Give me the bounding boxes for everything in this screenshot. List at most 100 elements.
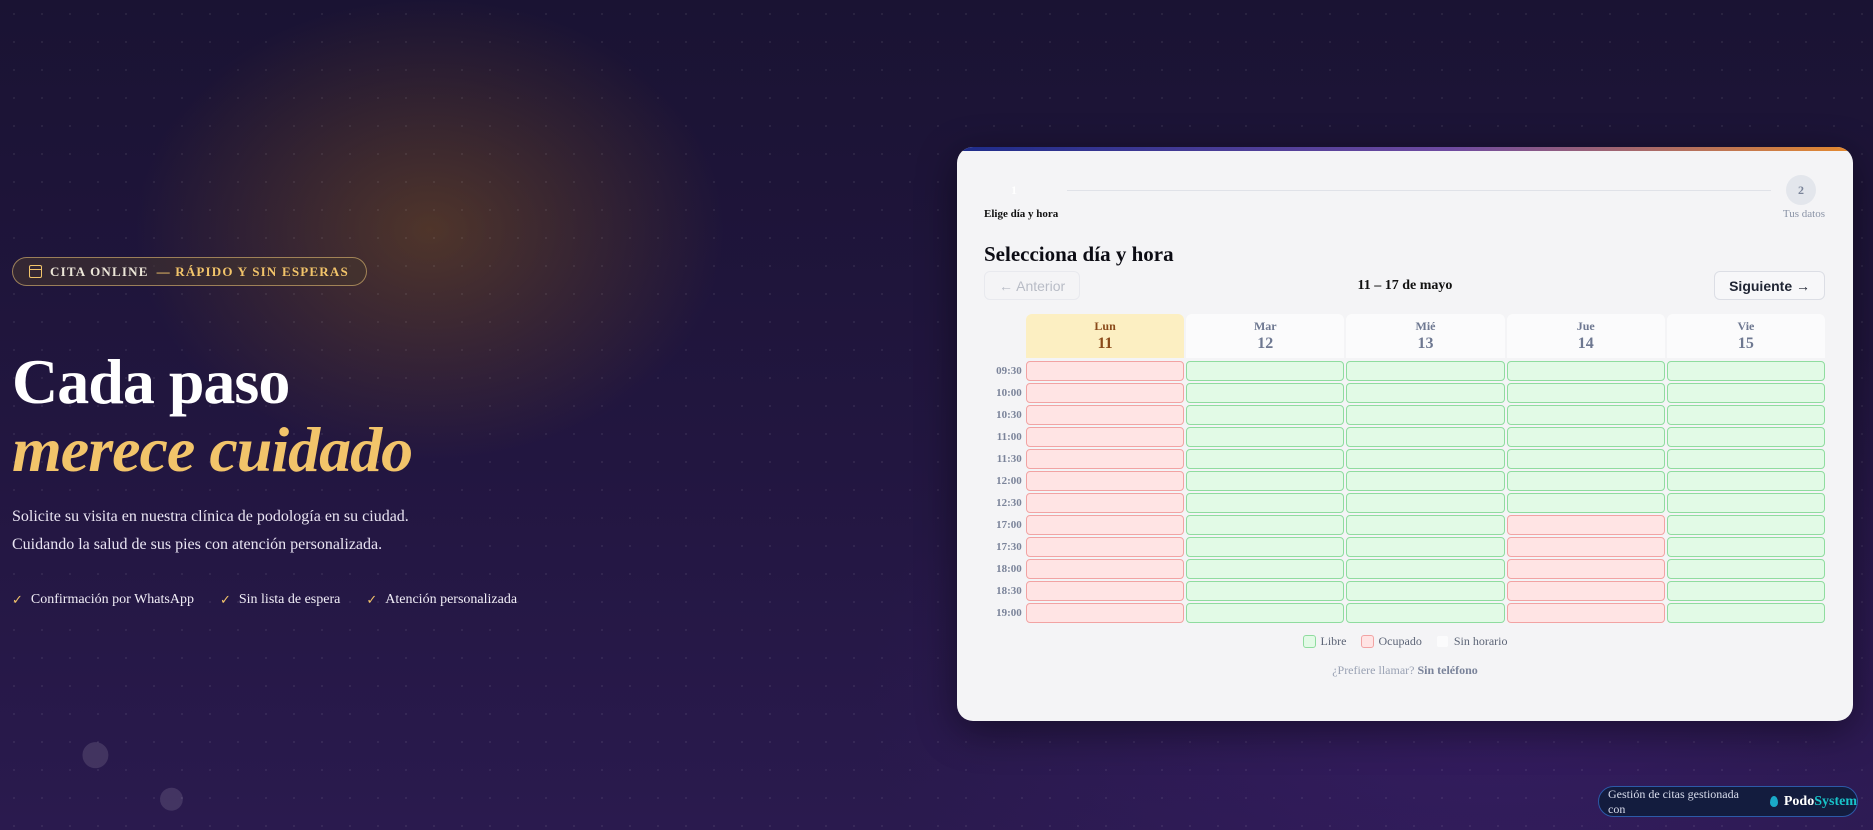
time-row: 17:30 <box>984 537 1825 557</box>
footprint-icon: ● <box>75 729 115 777</box>
wizard-step-2-label: Tus datos <box>1782 208 1825 220</box>
time-label: 10:30 <box>996 409 1022 421</box>
free-time-slot[interactable] <box>1346 537 1505 557</box>
drop-logo-icon <box>1769 796 1778 807</box>
busy-time-slot <box>1025 581 1185 601</box>
free-time-slot[interactable] <box>1506 383 1665 403</box>
time-row: 10:00 <box>984 383 1825 403</box>
free-time-slot[interactable] <box>1346 449 1505 469</box>
call-prompt: ¿Prefiere llamar? Sin teléfono <box>957 663 1853 678</box>
brand-part-2: System <box>1814 793 1857 809</box>
time-label: 18:30 <box>996 585 1022 597</box>
feature-list: ✓ Confirmación por WhatsApp ✓ Sin lista … <box>12 592 517 608</box>
busy-time-slot <box>1025 383 1185 403</box>
free-time-slot[interactable] <box>1666 471 1825 491</box>
day-number: 15 <box>1737 335 1754 352</box>
feature-label: Atención personalizada <box>385 592 518 607</box>
brand-part-1: Podo <box>1783 793 1815 809</box>
free-time-slot[interactable] <box>1186 493 1345 513</box>
brand-logo: PodoSystem <box>1784 794 1857 810</box>
free-swatch <box>1302 635 1316 648</box>
hero-subtitle-line2: Cuidando la salud de sus pies con atenci… <box>12 536 383 553</box>
free-time-slot[interactable] <box>1186 449 1345 469</box>
hero-title-line2: merece cuidado <box>12 414 413 485</box>
time-row: 17:00 <box>984 515 1825 535</box>
free-time-slot[interactable] <box>1346 405 1505 425</box>
free-time-slot[interactable] <box>1666 405 1825 425</box>
free-time-slot[interactable] <box>1666 449 1825 469</box>
free-time-slot[interactable] <box>1666 427 1825 447</box>
day-name: Mar <box>1253 319 1277 333</box>
free-time-slot[interactable] <box>1186 383 1345 403</box>
free-time-slot[interactable] <box>1346 427 1505 447</box>
free-time-slot[interactable] <box>1506 427 1665 447</box>
time-row: 12:30 <box>984 493 1825 513</box>
time-label: 10:00 <box>996 387 1022 399</box>
free-time-slot[interactable] <box>1186 361 1345 381</box>
next-week-button[interactable]: Siguiente → <box>1714 271 1825 300</box>
free-time-slot[interactable] <box>1666 603 1825 623</box>
free-time-slot[interactable] <box>1346 361 1505 381</box>
free-time-slot[interactable] <box>1346 581 1505 601</box>
free-time-slot[interactable] <box>1506 449 1665 469</box>
busy-time-slot <box>1025 427 1185 447</box>
free-time-slot[interactable] <box>1346 383 1505 403</box>
free-time-slot[interactable] <box>1506 361 1665 381</box>
free-time-slot[interactable] <box>1346 559 1505 579</box>
free-time-slot[interactable] <box>1666 515 1825 535</box>
day-header: Jue 14 <box>1506 314 1665 358</box>
online-booking-badge: CITA ONLINE — RÁPIDO Y SIN ESPERAS <box>12 257 367 286</box>
day-number: 13 <box>1417 335 1434 352</box>
free-time-slot[interactable] <box>1186 405 1345 425</box>
day-header: Lun 11 <box>1026 314 1185 358</box>
free-time-slot[interactable] <box>1346 493 1505 513</box>
free-time-slot[interactable] <box>1506 405 1665 425</box>
feature-label: Sin lista de espera <box>238 592 341 607</box>
powered-by-badge[interactable]: Gestión de citas gestionada con PodoSyst… <box>1598 786 1858 817</box>
time-label: 17:00 <box>996 519 1022 531</box>
free-time-slot[interactable] <box>1666 493 1825 513</box>
busy-time-slot <box>1025 449 1185 469</box>
wizard-step-1: 1 <box>999 175 1029 205</box>
feature-item: ✓ Sin lista de espera <box>220 592 340 608</box>
free-time-slot[interactable] <box>1346 515 1505 535</box>
busy-time-slot <box>1025 471 1185 491</box>
free-time-slot[interactable] <box>1186 471 1345 491</box>
legend-item-free: Libre <box>1302 634 1347 649</box>
busy-time-slot <box>1506 603 1665 623</box>
time-label: 12:30 <box>996 497 1022 509</box>
free-time-slot[interactable] <box>1346 471 1505 491</box>
free-time-slot[interactable] <box>1186 427 1345 447</box>
hero-subtitle-line1: Solicite su visita en nuestra clínica de… <box>12 508 409 525</box>
wizard-step-2: 2 <box>1786 175 1816 205</box>
free-time-slot[interactable] <box>1666 559 1825 579</box>
free-time-slot[interactable] <box>1186 515 1345 535</box>
feature-item: ✓ Confirmación por WhatsApp <box>12 592 194 608</box>
time-label: 11:00 <box>996 431 1022 443</box>
check-icon: ✓ <box>366 592 378 608</box>
free-time-slot[interactable] <box>1186 537 1345 557</box>
free-time-slot[interactable] <box>1186 581 1345 601</box>
free-time-slot[interactable] <box>1666 581 1825 601</box>
free-time-slot[interactable] <box>1666 361 1825 381</box>
call-link[interactable]: Sin teléfono <box>1417 663 1477 677</box>
card-accent-bar <box>957 147 1853 151</box>
free-time-slot[interactable] <box>1666 537 1825 557</box>
busy-time-slot <box>1506 515 1665 535</box>
busy-time-slot <box>1025 493 1185 513</box>
day-number: 11 <box>1097 335 1113 352</box>
day-name: Mié <box>1415 319 1436 333</box>
booking-card: 1 2 Elige día y hora Tus datos Seleccion… <box>957 147 1853 721</box>
free-time-slot[interactable] <box>1186 559 1345 579</box>
free-time-slot[interactable] <box>1186 603 1345 623</box>
free-time-slot[interactable] <box>1346 603 1505 623</box>
availability-legend: Libre Ocupado Sin horario <box>957 634 1853 649</box>
booking-title: Selecciona día y hora <box>984 242 1174 266</box>
check-icon: ✓ <box>219 592 231 608</box>
free-time-slot[interactable] <box>1506 471 1665 491</box>
time-slot-rows: 09:30 10:00 10:30 11:00 11:30 12:00 12:30 17:00… <box>984 361 1825 623</box>
call-prompt-text: ¿Prefiere llamar? <box>1332 663 1415 677</box>
time-row: 18:30 <box>984 581 1825 601</box>
free-time-slot[interactable] <box>1666 383 1825 403</box>
free-time-slot[interactable] <box>1506 493 1665 513</box>
